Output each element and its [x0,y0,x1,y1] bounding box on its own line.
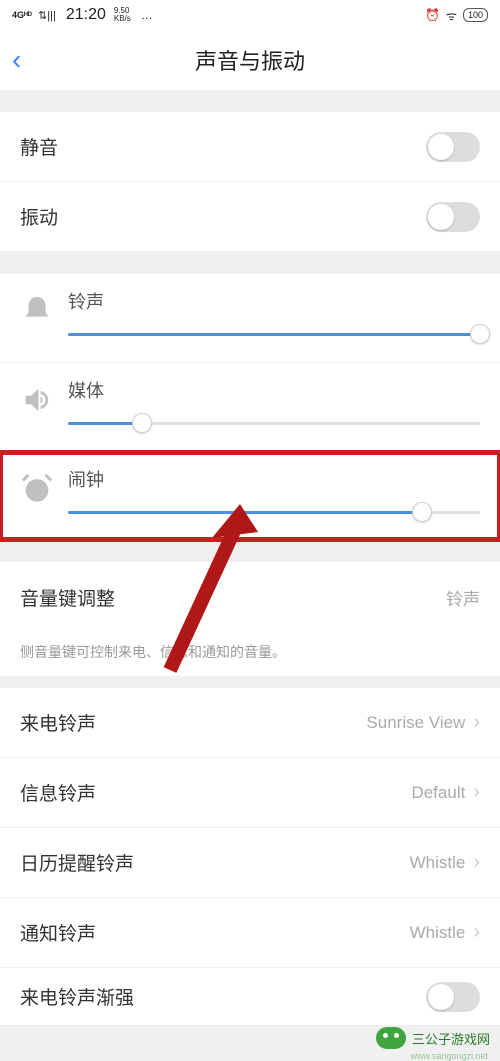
incoming-ringtone-value: Sunrise View [366,713,465,733]
more-icon: … [141,8,153,22]
watermark-url: www.sangongzi.net [410,1051,488,1061]
battery-indicator: 100 [463,8,488,22]
volume-key-row[interactable]: 音量键调整 铃声 [0,562,500,632]
vibrate-label: 振动 [20,203,58,230]
ringtone-volume-row: 铃声 [0,274,500,363]
ringtone-volume-label: 铃声 [68,288,480,314]
alarm-volume-slider[interactable] [68,502,480,522]
bell-icon [20,294,54,328]
media-volume-slider[interactable] [68,413,480,433]
wifi-icon: ᯤ [446,7,457,24]
vibrate-row[interactable]: 振动 [0,182,500,252]
nav-header: ‹ 声音与振动 [0,30,500,90]
vibrate-toggle[interactable] [426,202,480,232]
network-indicator: 4Gᴴᴰ [12,10,32,20]
back-button[interactable]: ‹ [12,46,21,74]
message-ringtone-row[interactable]: 信息铃声 Default › [0,758,500,828]
data-rate: 9.50KB/s [114,7,131,23]
volume-key-label: 音量键调整 [20,584,115,611]
chevron-right-icon: › [473,711,480,734]
ascending-ringtone-toggle[interactable] [426,982,480,1012]
mute-label: 静音 [20,133,58,160]
status-bar: 4Gᴴᴰ ⇅||| 21:20 9.50KB/s … ⏰ ᯤ 100 [0,0,500,30]
alarm-volume-row: 闹钟 [0,452,500,540]
alarm-icon: ⏰ [425,8,440,22]
chevron-right-icon: › [473,921,480,944]
watermark-logo-icon [376,1027,406,1049]
page-title: 声音与振动 [195,44,305,76]
volume-key-desc: 侧音量键可控制来电、信息和通知的音量。 [0,632,500,676]
message-ringtone-value: Default [411,783,465,803]
notification-ringtone-row[interactable]: 通知铃声 Whistle › [0,898,500,968]
mute-toggle[interactable] [426,132,480,162]
ascending-ringtone-label: 来电铃声渐强 [20,983,134,1010]
incoming-ringtone-label: 来电铃声 [20,709,96,736]
calendar-ringtone-row[interactable]: 日历提醒铃声 Whistle › [0,828,500,898]
ringtone-volume-slider[interactable] [68,324,480,344]
ascending-ringtone-row[interactable]: 来电铃声渐强 [0,968,500,1026]
notification-ringtone-label: 通知铃声 [20,919,96,946]
watermark: 三公子游戏网 [376,1027,490,1049]
media-volume-label: 媒体 [68,377,480,403]
speaker-icon [20,383,54,417]
watermark-text: 三公子游戏网 [412,1029,490,1048]
volume-key-value: 铃声 [446,585,480,610]
chevron-right-icon: › [473,851,480,874]
calendar-ringtone-label: 日历提醒铃声 [20,849,134,876]
clock-icon [20,472,54,506]
alarm-volume-label: 闹钟 [68,466,480,492]
chevron-right-icon: › [473,781,480,804]
message-ringtone-label: 信息铃声 [20,779,96,806]
mute-row[interactable]: 静音 [0,112,500,182]
media-volume-row: 媒体 [0,363,500,452]
signal-icon: ⇅||| [38,9,56,22]
clock: 21:20 [66,6,106,24]
calendar-ringtone-value: Whistle [410,853,466,873]
incoming-ringtone-row[interactable]: 来电铃声 Sunrise View › [0,688,500,758]
notification-ringtone-value: Whistle [410,923,466,943]
